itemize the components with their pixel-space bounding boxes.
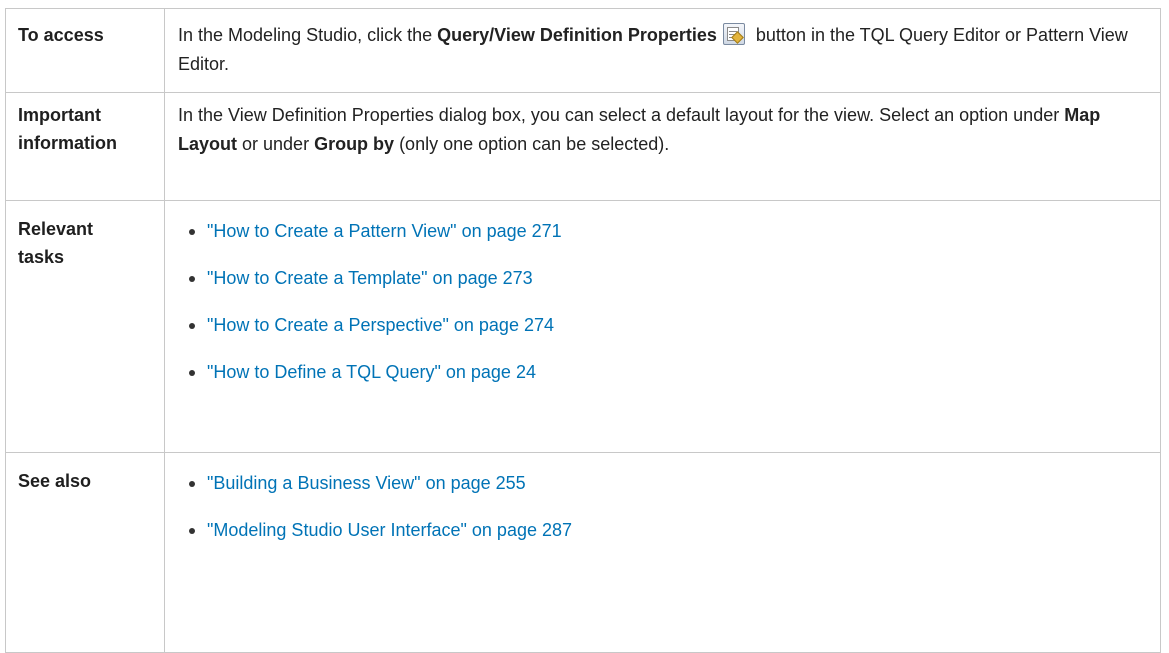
label-cell: See also <box>5 452 165 653</box>
important-text-2: or under <box>237 134 315 154</box>
bullet-icon <box>189 370 195 376</box>
tasks-label-line2: tasks <box>18 247 65 267</box>
tasks-label-line1: Relevant <box>18 219 94 239</box>
important-paragraph: In the View Definition Properties dialog… <box>165 93 1160 159</box>
important-text-3: (only one option can be selected). <box>394 134 670 154</box>
list-item: "Building a Business View" on page 255 <box>187 461 1160 508</box>
label-cell: To access <box>5 8 165 93</box>
row-relevant-tasks: Relevant tasks "How to Create a Pattern … <box>5 200 1161 453</box>
link-create-pattern-view[interactable]: "How to Create a Pattern View" on page 2… <box>207 221 562 241</box>
row-see-also: See also "Building a Business View" on p… <box>5 452 1161 653</box>
access-bold-1: Query/View Definition Properties <box>437 25 717 45</box>
list-item: "How to Create a Pattern View" on page 2… <box>187 209 1160 256</box>
label-cell: Important information <box>5 92 165 201</box>
list-item: "How to Define a TQL Query" on page 24 <box>187 350 1160 397</box>
content-cell: In the Modeling Studio, click the Query/… <box>164 8 1161 93</box>
access-text-1: In the Modeling Studio, click the <box>178 25 438 45</box>
content-cell: "How to Create a Pattern View" on page 2… <box>164 200 1161 453</box>
row-label-important-information: Important information <box>6 93 164 157</box>
important-bold-2: Group by <box>314 134 395 154</box>
list-item: "How to Create a Perspective" on page 27… <box>187 303 1160 350</box>
label-cell: Relevant tasks <box>5 200 165 453</box>
link-create-template[interactable]: "How to Create a Template" on page 273 <box>207 268 533 288</box>
bullet-icon <box>189 323 195 329</box>
content-cell: In the View Definition Properties dialog… <box>164 92 1161 201</box>
query-view-definition-properties-icon <box>722 23 745 45</box>
list-item: "How to Create a Template" on page 273 <box>187 256 1160 303</box>
see-also-list: "Building a Business View" on page 255 "… <box>165 453 1160 555</box>
row-to-access: To access In the Modeling Studio, click … <box>5 8 1161 93</box>
link-define-tql-query[interactable]: "How to Define a TQL Query" on page 24 <box>207 362 536 382</box>
bullet-icon <box>189 229 195 235</box>
content-cell: "Building a Business View" on page 255 "… <box>164 452 1161 653</box>
important-label-line2: information <box>18 133 117 153</box>
row-important-information: Important information In the View Defini… <box>5 92 1161 201</box>
bullet-icon <box>189 481 195 487</box>
link-modeling-studio-ui[interactable]: "Modeling Studio User Interface" on page… <box>207 520 572 540</box>
row-label-see-also: See also <box>18 471 92 491</box>
link-create-perspective[interactable]: "How to Create a Perspective" on page 27… <box>207 315 554 335</box>
link-building-business-view[interactable]: "Building a Business View" on page 255 <box>207 473 526 493</box>
bullet-icon <box>189 528 195 534</box>
important-text-1: In the View Definition Properties dialog… <box>178 105 1065 125</box>
info-table: To access In the Modeling Studio, click … <box>5 8 1161 653</box>
access-paragraph: In the Modeling Studio, click the Query/… <box>165 9 1160 79</box>
list-item: "Modeling Studio User Interface" on page… <box>187 508 1160 555</box>
bullet-icon <box>189 276 195 282</box>
row-label-to-access: To access <box>18 25 104 45</box>
relevant-tasks-list: "How to Create a Pattern View" on page 2… <box>165 201 1160 397</box>
important-label-line1: Important <box>18 105 101 125</box>
row-label-relevant-tasks: Relevant tasks <box>6 201 164 271</box>
